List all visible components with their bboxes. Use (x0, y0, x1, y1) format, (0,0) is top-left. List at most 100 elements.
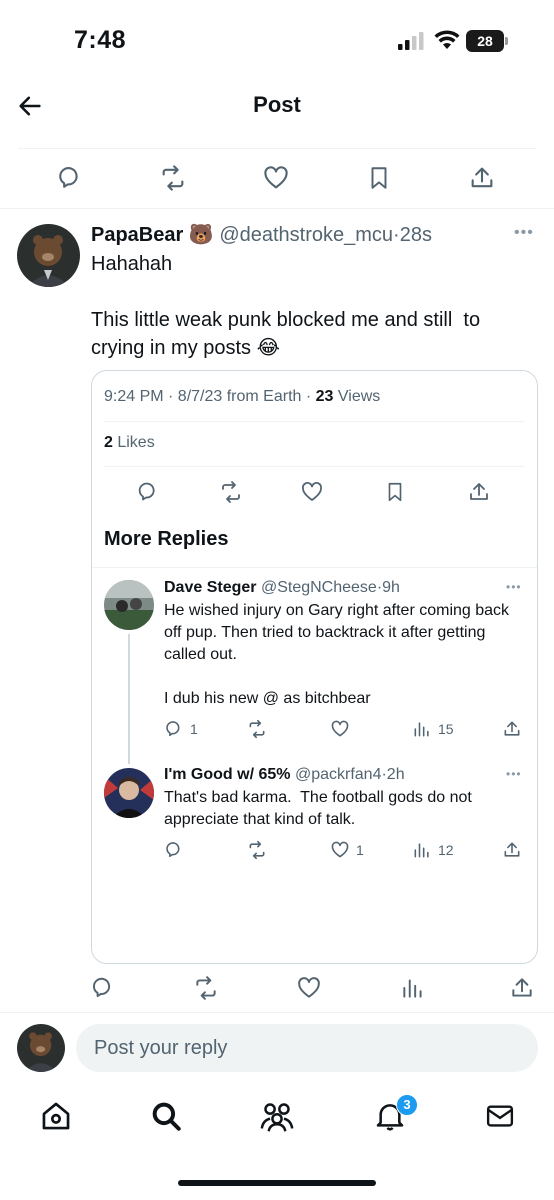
heart-icon (331, 720, 349, 737)
repost-icon (196, 976, 216, 1000)
share-icon (504, 842, 520, 857)
repost-icon (222, 481, 240, 503)
repost-button[interactable] (192, 974, 220, 1002)
avatar (17, 1024, 65, 1072)
views-button[interactable]: 15 (412, 715, 454, 743)
search-icon[interactable] (148, 1098, 184, 1134)
reply-button[interactable] (164, 836, 190, 864)
reply-input[interactable]: Post your reply (76, 1024, 538, 1072)
analytics-icon (403, 979, 422, 998)
views-button[interactable]: 12 (412, 836, 454, 864)
like-button[interactable] (330, 715, 356, 743)
repost-icon (162, 165, 184, 191)
repost-button[interactable] (158, 164, 188, 192)
bookmark-button[interactable] (366, 164, 392, 192)
notifications-badge: 3 (396, 1094, 418, 1116)
share-button[interactable] (502, 715, 522, 743)
heart-icon (264, 166, 288, 189)
messages-icon[interactable] (482, 1098, 518, 1134)
timestamp: 2h (386, 766, 405, 783)
card-reply-button[interactable] (136, 478, 160, 506)
likes-label: Likes (112, 434, 155, 451)
status-bar: 7:48 28 (0, 0, 554, 80)
heart-icon (302, 482, 322, 501)
card-divider (92, 567, 537, 568)
timestamp: 9h (382, 579, 400, 596)
share-button[interactable] (509, 974, 535, 1002)
more-replies-heading: More Replies (104, 528, 229, 550)
more-options-icon[interactable]: ••• (514, 224, 534, 242)
repost-icon (249, 719, 265, 739)
wifi-icon (434, 30, 460, 50)
comment-icon (138, 482, 155, 501)
comment-icon (166, 721, 180, 737)
tweet-header: PapaBear 🐻 @deathstroke_mcu·28s (91, 222, 432, 247)
card-divider (104, 421, 524, 422)
communities-icon[interactable] (259, 1098, 295, 1134)
reply-text: He wished injury on Gary right after com… (164, 602, 510, 707)
reply-header: Dave Steger @StegNCheese·9h (164, 579, 400, 597)
handle[interactable]: @deathstroke_mcu (219, 224, 393, 246)
avatar[interactable] (17, 224, 80, 287)
views-label: Views (333, 388, 381, 405)
like-button[interactable] (296, 974, 322, 1002)
views-button[interactable] (400, 974, 426, 1002)
thread-line (128, 634, 130, 764)
card-like-button[interactable] (300, 478, 324, 506)
share-button[interactable] (468, 164, 496, 192)
card-share-button[interactable] (467, 478, 491, 506)
reply-button[interactable]: 1 (164, 715, 198, 743)
home-indicator (178, 1180, 376, 1186)
display-name[interactable]: I'm Good w/ 65% (164, 766, 291, 783)
reply-button[interactable] (56, 164, 84, 192)
header-divider (18, 148, 536, 149)
card-bookmark-button[interactable] (384, 478, 406, 506)
like-button[interactable] (262, 164, 290, 192)
share-icon (504, 721, 520, 736)
avatar[interactable] (104, 580, 154, 630)
like-count: 1 (356, 842, 364, 858)
share-button[interactable] (502, 836, 522, 864)
share-icon (470, 483, 488, 500)
bookmark-icon (388, 482, 402, 502)
tweet-text: Hahahah This little weak punk blocked me… (91, 253, 481, 359)
comment-icon (166, 842, 180, 858)
view-count: 15 (438, 721, 454, 737)
comment-icon (93, 977, 111, 998)
reply-text: That's bad karma. The football gods do n… (164, 789, 477, 828)
signal-icon (398, 32, 426, 50)
repost-button[interactable] (246, 836, 268, 864)
handle[interactable]: @packrfan4 (295, 766, 382, 783)
post-time: 9:24 PM · 8/7/23 from Earth · (104, 388, 316, 405)
card-divider (104, 466, 524, 467)
likes-summary[interactable]: 2 Likes (104, 434, 155, 452)
repost-button[interactable] (246, 715, 268, 743)
separator-dot: · (393, 224, 400, 246)
share-icon (512, 978, 532, 997)
repost-icon (249, 840, 265, 860)
home-icon[interactable] (38, 1098, 74, 1134)
likes-count: 2 (104, 434, 113, 451)
more-options-icon[interactable]: ••• (506, 580, 522, 594)
like-button[interactable]: 1 (330, 836, 364, 864)
bookmark-icon (371, 167, 387, 189)
analytics-icon (414, 722, 429, 737)
card-repost-button[interactable] (218, 478, 244, 506)
reply-button[interactable] (90, 974, 116, 1002)
more-options-icon[interactable]: ••• (506, 767, 522, 781)
bear-emoji: 🐻 (188, 224, 214, 246)
comment-icon (59, 167, 78, 188)
handle[interactable]: @StegNCheese (261, 579, 377, 596)
avatar[interactable] (104, 768, 154, 818)
post-meta: 9:24 PM · 8/7/23 from Earth · 23 Views (104, 388, 380, 406)
reply-count: 1 (190, 721, 198, 737)
display-name[interactable]: Dave Steger (164, 579, 257, 596)
display-name[interactable]: PapaBear (91, 224, 183, 246)
section-divider (0, 1012, 554, 1013)
analytics-icon (414, 843, 429, 858)
heart-icon (298, 977, 320, 998)
section-divider (0, 208, 554, 209)
share-icon (471, 167, 493, 188)
timestamp: 28s (399, 224, 432, 246)
views-count: 23 (315, 388, 334, 405)
